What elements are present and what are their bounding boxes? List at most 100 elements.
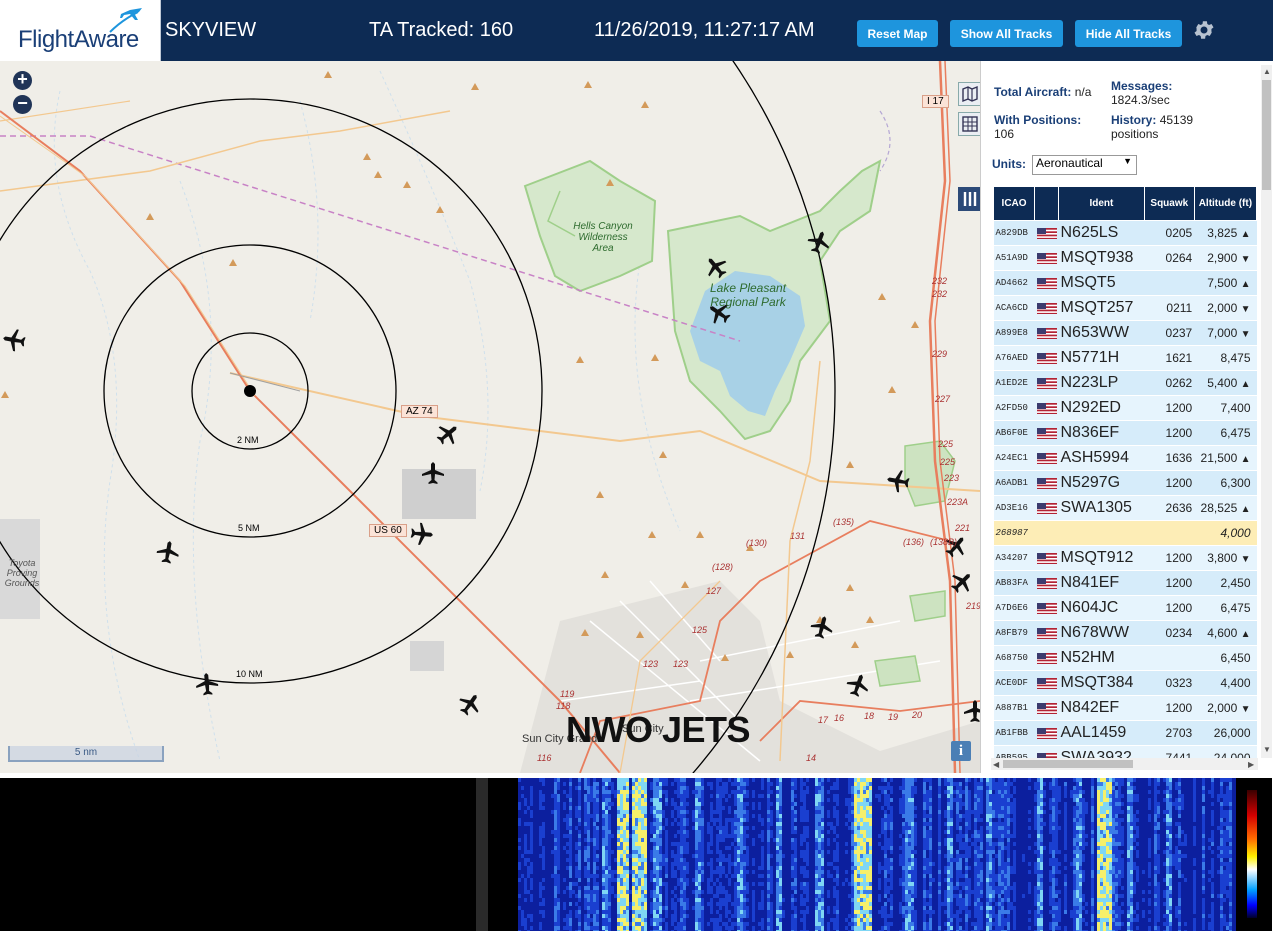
map-view[interactable]: 2 NM 5 NM 10 NM Hells Canyon Wilderness … [0,61,980,773]
altitude-value: 7,000 [1207,326,1238,340]
az74-shield: AZ 74 [401,405,438,418]
zoom-in-button[interactable]: + [13,70,32,90]
hide-all-tracks-button[interactable]: Hide All Tracks [1075,20,1182,47]
table-row[interactable]: AD4662 MSQT5 7,500 ▲ [993,270,1257,296]
grid-icon[interactable] [958,112,980,136]
with-positions-value: 106 [994,127,1015,141]
scroll-down-arrow[interactable]: ▼ [1263,745,1271,754]
table-row[interactable]: A2FD50 N292ED 1200 7,400 [993,395,1257,421]
zoom-out-button[interactable]: − [13,94,32,114]
flag-cell [1034,470,1059,496]
scroll-up-arrow[interactable]: ▲ [1263,67,1271,76]
altitude-cell: 4,400 [1194,670,1257,696]
altitude-trend-icon: ▲ [1240,379,1251,390]
table-row[interactable]: A887B1 N842EF 1200 2,000 ▼ [993,695,1257,721]
altitude-cell: 26,000 [1194,720,1257,746]
altitude-cell: 4,600 ▲ [1194,620,1257,646]
altitude-trend-icon: ▼ [1240,254,1251,265]
table-row[interactable]: A68750 N52HM 6,450 [993,645,1257,671]
table-row[interactable]: AB83FA N841EF 1200 2,450 [993,570,1257,596]
reset-map-button[interactable]: Reset Map [857,20,938,47]
with-positions-stat: With Positions: 106 [994,113,1081,141]
toyota-grounds-label: Toyota Proving Grounds [4,558,40,588]
table-row[interactable]: A76AED N5771H 1621 8,475 [993,345,1257,371]
scroll-left-arrow[interactable]: ◀ [993,760,999,769]
altitude-cell: 7,000 ▼ [1194,320,1257,346]
squawk-cell [1144,520,1195,546]
altitude-cell: 5,400 ▲ [1194,370,1257,396]
map-canvas [0,61,980,773]
ident-cell: N5771H [1058,345,1145,371]
spectrum-waterfall [518,778,1236,931]
info-button[interactable]: i [951,741,971,761]
history-label: History: [1111,113,1157,127]
columns-icon[interactable] [958,187,980,211]
vertical-scrollbar-thumb[interactable] [1262,80,1271,190]
us60-road [0,110,621,773]
aircraft-markers[interactable] [1,227,980,722]
altitude-cell: 21,500 ▲ [1194,445,1257,471]
table-row[interactable]: A24EC1 ASH5994 1636 21,500 ▲ [993,445,1257,471]
squawk-cell: 0323 [1144,670,1195,696]
table-row[interactable]: A51A9D MSQT938 0264 2,900 ▼ [993,245,1257,271]
altitude-value: 4,600 [1207,626,1238,640]
us-flag-icon [1036,502,1057,514]
altitude-cell: 28,525 ▲ [1194,495,1257,521]
road-number: (130) [746,538,768,548]
road-number: 125 [692,625,708,635]
altitude-trend-icon: ▲ [1240,229,1251,240]
altitude-trend-icon: ▲ [1240,629,1251,640]
flag-cell [1034,270,1059,296]
table-row[interactable]: 268987 4,000 [993,520,1257,546]
us-flag-icon [1036,427,1057,439]
table-row[interactable]: A6ADB1 N5297G 1200 6,300 [993,470,1257,496]
table-row[interactable]: A8FB79 N678WW 0234 4,600 ▲ [993,620,1257,646]
table-row[interactable]: A1ED2E N223LP 0262 5,400 ▲ [993,370,1257,396]
altitude-value: 2,450 [1220,576,1251,590]
table-row[interactable]: A7D6E6 N604JC 1200 6,475 [993,595,1257,621]
ident-cell: MSQT384 [1058,670,1145,696]
col-altitude[interactable]: Altitude (ft) [1193,186,1257,221]
col-flag[interactable] [1034,186,1059,221]
road-number: 16 [834,713,845,723]
col-squawk[interactable]: Squawk [1143,186,1195,221]
table-row[interactable]: AB6F0E N836EF 1200 6,475 [993,420,1257,446]
flightaware-logo[interactable]: FlightAware [0,0,161,61]
icao-cell: A34207 [993,545,1035,571]
table-row[interactable]: A829DB N625LS 0205 3,825 ▲ [993,220,1257,246]
map-scale-bar: 5 nm [8,746,164,762]
altitude-value: 3,825 [1207,226,1238,240]
units-select[interactable]: Aeronautical ▼ [1032,155,1137,175]
icao-cell: A68750 [993,645,1035,671]
altitude-cell: 2,000 ▼ [1194,295,1257,321]
altitude-cell: 2,450 [1194,570,1257,596]
road-number: (128) [712,562,734,572]
table-row[interactable]: AB1FBB AAL1459 2703 26,000 [993,720,1257,746]
map-layers-icon[interactable] [958,82,980,106]
scroll-right-arrow[interactable]: ▶ [1248,760,1254,769]
table-row[interactable]: AD3E16 SWA1305 2636 28,525 ▲ [993,495,1257,521]
col-icao[interactable]: ICAO [993,186,1036,221]
table-row[interactable]: A34207 MSQT912 1200 3,800 ▼ [993,545,1257,571]
ident-cell: N52HM [1058,645,1145,671]
gear-icon[interactable] [1192,18,1216,42]
road-number: 227 [935,394,951,404]
table-row[interactable]: ABB595 SWA3932 7441 24,000 [993,745,1257,758]
icao-cell: A829DB [993,220,1035,246]
table-row[interactable]: ACA6CD MSQT257 0211 2,000 ▼ [993,295,1257,321]
icao-cell: A7D6E6 [993,595,1035,621]
spectrum-margin [488,778,518,931]
table-row[interactable]: ACE0DF MSQT384 0323 4,400 [993,670,1257,696]
horizontal-scrollbar-thumb[interactable] [1003,760,1133,768]
with-positions-label: With Positions: [994,113,1082,127]
us60-shield: US 60 [369,524,407,537]
messages-stat: Messages: 1824.3/sec [1111,79,1172,107]
squawk-cell: 0264 [1144,245,1195,271]
show-all-tracks-button[interactable]: Show All Tracks [950,20,1063,47]
us-flag-icon [1036,652,1057,664]
col-ident[interactable]: Ident [1057,186,1145,221]
table-row[interactable]: A899E8 N653WW 0237 7,000 ▼ [993,320,1257,346]
squawk-cell: 1200 [1144,395,1195,421]
road-number: 127 [706,586,722,596]
icao-cell: AB6F0E [993,420,1035,446]
